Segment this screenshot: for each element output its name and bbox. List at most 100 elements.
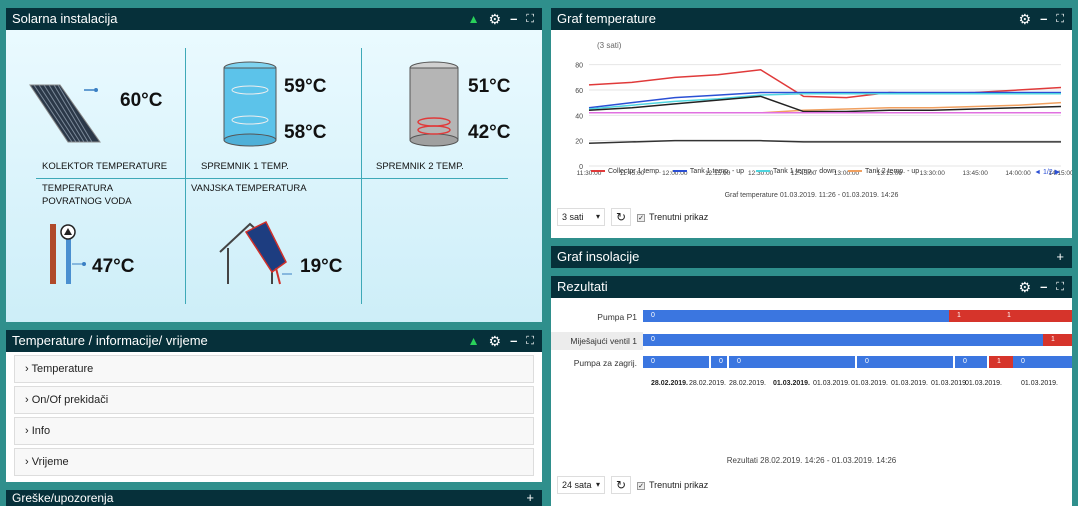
- graph-panel: Graf temperature ⚙ – ⛶ (3 sati) 0 20 40 60 8…: [551, 8, 1072, 238]
- x-tick-label: 13:45:00: [963, 170, 989, 177]
- insolation-title: Graf insolacije: [557, 249, 640, 264]
- timeline-bar: 0: [955, 356, 987, 368]
- timeline-bar: 0: [643, 334, 1043, 346]
- results-refresh-button[interactable]: ↻: [611, 476, 631, 494]
- gear-icon[interactable]: ⚙: [489, 8, 502, 30]
- results-range-select[interactable]: 24 sata: [557, 476, 605, 494]
- solar-body: 60°C KOLEKTOR TEMPERATURE 59°C 58°C SPRE…: [6, 30, 542, 322]
- outside-temp: 19°C: [300, 256, 343, 277]
- insolation-header[interactable]: Graf insolacije +: [551, 246, 1072, 268]
- legend-item[interactable]: Tank 1 temp. - up: [672, 168, 744, 175]
- temperature-chart: (3 sati) 02040608011:30:00 11:45:00 12:00:…: [575, 41, 1072, 177]
- accordion-time[interactable]: › Vrijeme: [14, 448, 534, 476]
- tank2-label: SPREMNIK 2 TEMP.: [376, 161, 464, 172]
- timeline-date: 01.03.2019.: [773, 380, 810, 387]
- y-tick-label: 80: [575, 63, 583, 70]
- wifi-icon: ▲: [467, 12, 480, 26]
- results-title: Rezultati: [557, 279, 608, 294]
- graph-title: Graf temperature: [557, 11, 656, 26]
- row-label: Miješajući ventil 1: [570, 336, 637, 346]
- add-icon[interactable]: +: [1056, 246, 1064, 268]
- minimize-icon[interactable]: –: [1040, 8, 1047, 30]
- timeline-bar: 0: [729, 356, 855, 368]
- info-header: Temperature / informacije/ vrijeme ▲ ⚙ –…: [6, 330, 542, 352]
- accordion-temperature[interactable]: › Temperature: [14, 355, 534, 383]
- legend-item[interactable]: Tank 2 temp. - up: [848, 168, 919, 175]
- minimize-icon[interactable]: –: [510, 8, 517, 30]
- chart-note: (3 sati): [597, 41, 622, 50]
- info-panel: Temperature / informacije/ vrijeme ▲ ⚙ –…: [6, 330, 542, 482]
- timeline-date: 01.03.2019.: [1021, 380, 1058, 387]
- graph-header: Graf temperature ⚙ – ⛶: [551, 8, 1072, 30]
- results-caption: Rezultati 28.02.2019. 14:26 - 01.03.2019…: [726, 456, 897, 465]
- x-tick-label: 13:30:00: [920, 170, 946, 177]
- tank1-icon: [223, 61, 277, 147]
- timeline-bar: 1: [989, 356, 1013, 368]
- results-header: Rezultati ⚙ – ⛶: [551, 276, 1072, 298]
- solar-collector-icon: [29, 84, 101, 143]
- return-temp: 47°C: [92, 256, 135, 277]
- gear-icon[interactable]: ⚙: [1019, 8, 1032, 30]
- timeline-date: 28.02.2019.: [689, 380, 726, 387]
- y-tick-label: 40: [575, 113, 583, 120]
- timeline-bar: 0: [643, 310, 949, 322]
- range-select[interactable]: 3 sati: [557, 208, 605, 226]
- expand-icon[interactable]: ⛶: [1056, 276, 1064, 298]
- accordion-label: Info: [31, 425, 51, 437]
- timeline-date: 28.02.2019.: [729, 380, 766, 387]
- expand-icon[interactable]: ⛶: [526, 8, 534, 30]
- live-checkbox[interactable]: ✓ Trenutni prikaz: [637, 212, 708, 222]
- gear-icon[interactable]: ⚙: [1019, 276, 1032, 298]
- y-tick-label: 20: [575, 139, 583, 146]
- timeline-bar: 0: [1013, 356, 1072, 368]
- accordion-switches[interactable]: › On/Of prekidači: [14, 386, 534, 414]
- solar-panel: Solarna instalacija ▲ ⚙ – ⛶ 60°C KOLEKTO…: [6, 8, 542, 322]
- expand-icon[interactable]: ⛶: [526, 330, 534, 352]
- house-icon: [219, 220, 292, 285]
- minimize-icon[interactable]: –: [1040, 276, 1047, 298]
- timeline-bar: 0: [857, 356, 953, 368]
- minimize-icon[interactable]: –: [510, 330, 517, 352]
- collector-temp: 60°C: [120, 90, 163, 111]
- return-label: TEMPERATURA POVRATNOG VODA: [42, 183, 132, 207]
- tank1-label: SPREMNIK 1 TEMP.: [201, 161, 289, 172]
- gear-icon[interactable]: ⚙: [489, 330, 502, 352]
- info-title: Temperature / informacije/ vrijeme: [12, 333, 208, 348]
- timeline-bar: 0: [643, 356, 709, 368]
- errors-title: Greške/upozorenja: [12, 491, 114, 505]
- graph-caption: Graf temperature 01.03.2019. 11:26 - 01.…: [724, 192, 899, 199]
- insolation-panel: Graf insolacije +: [551, 246, 1072, 268]
- solar-header: Solarna instalacija ▲ ⚙ – ⛶: [6, 8, 542, 30]
- add-icon[interactable]: +: [526, 490, 534, 506]
- x-tick-label: 14:00:00: [1005, 170, 1031, 177]
- expand-icon[interactable]: ⛶: [1056, 8, 1064, 30]
- results-live-checkbox[interactable]: ✓ Trenutni prikaz: [637, 480, 708, 490]
- refresh-button[interactable]: ↻: [611, 208, 631, 226]
- tank2-bottom-temp: 42°C: [468, 122, 511, 143]
- timeline-date: 01.03.2019.: [813, 380, 850, 387]
- legend-item[interactable]: Collector 1 temp.: [591, 168, 661, 175]
- tank1-top-temp: 59°C: [284, 76, 327, 97]
- timeline-date: 01.03.2019.: [965, 380, 1002, 387]
- wifi-icon: ▲: [467, 334, 480, 348]
- chart-legend: Collector 1 temp. Tank 1 temp. - up Tank 1…: [591, 168, 919, 175]
- legend-item[interactable]: Tank 1 temp. - down: [756, 168, 836, 175]
- errors-panel: Greške/upozorenja +: [6, 490, 542, 506]
- outside-label: VANJSKA TEMPERATURA: [191, 183, 307, 194]
- collector-label: KOLEKTOR TEMPERATURE: [42, 161, 168, 172]
- accordion-info[interactable]: › Info: [14, 417, 534, 445]
- timeline-bar: 1: [949, 310, 999, 322]
- errors-header[interactable]: Greške/upozorenja +: [6, 490, 542, 506]
- return-pipe-icon: [50, 224, 86, 284]
- results-panel: Rezultati ⚙ – ⛶ Pumpa P1 Miješajući vent…: [551, 276, 1072, 506]
- timeline-date: 01.03.2019.: [891, 380, 928, 387]
- accordion-label: Vrijeme: [31, 456, 69, 468]
- timeline-date: 01.03.2019.: [851, 380, 888, 387]
- solar-title: Solarna instalacija: [12, 11, 118, 26]
- tank1-bottom-temp: 58°C: [284, 122, 327, 143]
- legend-pager[interactable]: ◄ 1/2 ▶: [1034, 168, 1060, 176]
- timeline-bar: 1: [1043, 334, 1072, 346]
- accordion-label: On/Of prekidači: [31, 394, 109, 406]
- timeline-bar: 1: [999, 310, 1072, 322]
- row-label: Pumpa P1: [597, 312, 637, 322]
